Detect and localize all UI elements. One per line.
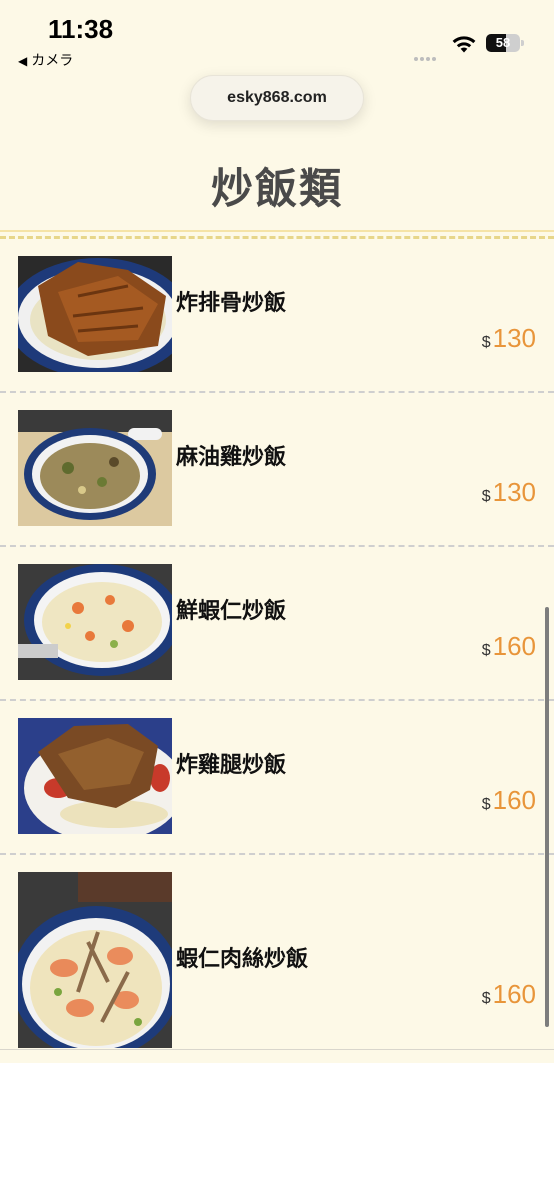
item-name: 麻油雞炒飯: [176, 444, 287, 470]
item-name: 炸雞腿炒飯: [176, 752, 287, 778]
back-to-app-link[interactable]: ◀ カメラ: [18, 50, 73, 70]
page: 11:38 ◀ カメラ 58 esky868.com 炒飯類 炸排骨炒飯 $13…: [0, 0, 554, 1200]
menu-item[interactable]: 炸雞腿炒飯 $160: [0, 703, 554, 855]
item-price: $160: [482, 785, 536, 816]
cellular-signal-icon: [414, 46, 438, 65]
battery-percent: 58: [495, 35, 511, 50]
item-divider: [0, 391, 554, 393]
price-value: 160: [492, 631, 536, 661]
status-bar: 11:38 ◀ カメラ 58: [0, 0, 554, 70]
currency-symbol: $: [481, 334, 491, 351]
food-photo: [18, 718, 172, 834]
item-divider: [0, 545, 554, 547]
menu-item[interactable]: 麻油雞炒飯 $130: [0, 395, 554, 547]
list-bottom-border: [0, 1049, 554, 1050]
item-price: $160: [482, 631, 536, 662]
item-price: $130: [482, 477, 536, 508]
price-value: 130: [492, 323, 536, 353]
back-app-label: カメラ: [31, 53, 74, 69]
item-name: 炸排骨炒飯: [176, 290, 287, 316]
battery-tip: [521, 40, 524, 46]
category-title: 炒飯類: [210, 164, 343, 213]
currency-symbol: $: [481, 990, 491, 1007]
price-value: 130: [492, 477, 536, 507]
menu-item[interactable]: 蝦仁肉絲炒飯 $160: [0, 857, 554, 1049]
item-divider: [0, 853, 554, 855]
item-divider: [0, 699, 554, 701]
currency-symbol: $: [481, 488, 491, 505]
menu-item[interactable]: 炸排骨炒飯 $130: [0, 241, 554, 393]
back-triangle-icon: ◀: [18, 54, 28, 68]
item-price: $160: [482, 979, 536, 1010]
currency-symbol: $: [481, 796, 491, 813]
wifi-icon: [452, 36, 476, 53]
url-address-bar[interactable]: esky868.com: [190, 75, 364, 121]
item-name: 鮮蝦仁炒飯: [176, 598, 287, 624]
price-value: 160: [492, 785, 536, 815]
vertical-scrollbar[interactable]: [545, 607, 549, 1027]
food-photo: [18, 410, 172, 526]
menu-item[interactable]: 鮮蝦仁炒飯 $160: [0, 549, 554, 701]
currency-symbol: $: [481, 642, 491, 659]
battery-icon: 58: [486, 34, 520, 52]
item-price: $130: [482, 323, 536, 354]
food-photo: [18, 256, 172, 372]
item-name: 蝦仁肉絲炒飯: [176, 946, 309, 972]
title-divider: [0, 230, 554, 232]
status-time: 11:38: [48, 14, 114, 44]
price-value: 160: [492, 979, 536, 1009]
food-photo: [18, 872, 172, 1048]
food-photo: [18, 564, 172, 680]
title-divider-dashed: [0, 236, 554, 239]
